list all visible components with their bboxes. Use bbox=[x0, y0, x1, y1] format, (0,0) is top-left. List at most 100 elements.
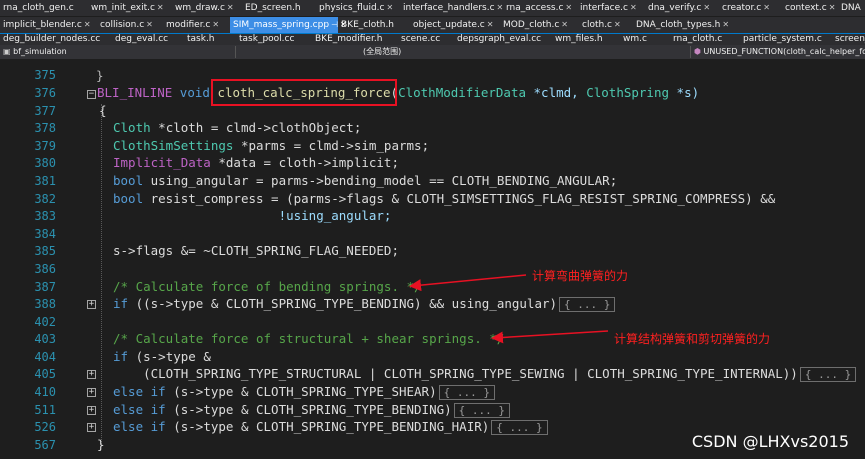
pin-icon[interactable]: ⊣ bbox=[331, 20, 338, 29]
tab-wm-files[interactable]: wm_files.h bbox=[552, 34, 603, 45]
close-icon[interactable]: ✕ bbox=[227, 3, 234, 12]
fold-expand-toggle[interactable]: + bbox=[87, 388, 96, 397]
tab-dna[interactable]: DNA bbox=[838, 0, 861, 16]
code-line: Implicit_Data *data = cloth->implicit; bbox=[113, 155, 399, 170]
tab-particle-system[interactable]: particle_system.c bbox=[740, 34, 822, 45]
tab-dna-verify[interactable]: dna_verify.c ✕ bbox=[645, 0, 710, 16]
tab-cloth[interactable]: cloth.c ✕ bbox=[579, 17, 621, 33]
collapsed-block[interactable]: { ... } bbox=[799, 367, 857, 382]
close-icon[interactable]: ✕ bbox=[561, 20, 568, 29]
line-number: 377 bbox=[34, 104, 56, 118]
close-icon[interactable]: ✕ bbox=[487, 20, 494, 29]
tab-creator[interactable]: creator.c ✕ bbox=[719, 0, 770, 16]
code-line: !using_angular; bbox=[113, 208, 392, 223]
close-icon[interactable]: ✕ bbox=[565, 3, 572, 12]
line-number: 403 bbox=[34, 332, 56, 346]
code-line: /* Calculate force of bending springs. *… bbox=[113, 279, 422, 294]
line-number: 388 bbox=[34, 297, 56, 311]
tab-deg-eval[interactable]: deg_eval.cc bbox=[112, 34, 168, 45]
code-line: { bbox=[99, 103, 107, 118]
tab-screen[interactable]: screen_c bbox=[832, 34, 865, 45]
close-icon[interactable]: ✕ bbox=[212, 20, 219, 29]
tab-sim-mass-spring[interactable]: SIM_mass_spring.cpp ⊣ ✕ bbox=[230, 17, 347, 33]
line-number: 386 bbox=[34, 262, 56, 276]
fold-expand-toggle[interactable]: + bbox=[87, 370, 96, 379]
collapsed-block[interactable]: { ... } bbox=[491, 420, 548, 435]
close-icon[interactable]: ✕ bbox=[763, 3, 770, 12]
tab-strip-row1: rna_cloth_gen.c wm_init_exit.c ✕ wm_draw.… bbox=[0, 0, 865, 16]
tab-rna-access[interactable]: rna_access.c ✕ bbox=[503, 0, 572, 16]
tab-strip-row3: deg_builder_nodes.cc deg_eval.cc task.h … bbox=[0, 34, 865, 45]
collapsed-block[interactable]: { ... } bbox=[438, 385, 495, 400]
tab-task-pool[interactable]: task_pool.cc bbox=[236, 34, 294, 45]
tab-scene[interactable]: scene.cc bbox=[398, 34, 440, 45]
tab-context[interactable]: context.c ✕ bbox=[782, 0, 835, 16]
line-number: 382 bbox=[34, 192, 56, 206]
tab-mod-cloth[interactable]: MOD_cloth.c ✕ bbox=[500, 17, 568, 33]
fold-expand-toggle[interactable]: + bbox=[87, 300, 96, 309]
fold-expand-toggle[interactable]: + bbox=[87, 406, 96, 415]
close-icon[interactable]: ✕ bbox=[157, 3, 164, 12]
close-icon[interactable]: ✕ bbox=[84, 20, 91, 29]
close-icon[interactable]: ✕ bbox=[614, 20, 621, 29]
project-dropdown[interactable]: ▣ bf_simulation bbox=[0, 46, 236, 58]
tab-modifier[interactable]: modifier.c ✕ bbox=[163, 17, 219, 33]
code-editor[interactable]: 375 376 377 378 379 380 381 382 383 384 … bbox=[0, 60, 865, 459]
tab-physics-fluid[interactable]: physics_fluid.c ✕ bbox=[316, 0, 393, 16]
code-line: bool resist_compress = (parms->flags & C… bbox=[113, 191, 776, 206]
indent-guide bbox=[101, 104, 102, 444]
tab-object-update[interactable]: object_update.c ✕ bbox=[410, 17, 493, 33]
tab-interface-handlers[interactable]: interface_handlers.c ✕ bbox=[400, 0, 503, 16]
close-icon[interactable]: ✕ bbox=[146, 20, 153, 29]
close-icon[interactable]: ✕ bbox=[722, 20, 729, 29]
tab-interface[interactable]: interface.c ✕ bbox=[577, 0, 637, 16]
line-number: 567 bbox=[34, 438, 56, 452]
line-number: 384 bbox=[34, 227, 56, 241]
tab-wm-init-exit[interactable]: wm_init_exit.c ✕ bbox=[88, 0, 164, 16]
function-dropdown[interactable]: ⬢ UNUSED_FUNCTION(cloth_calc_helper_for bbox=[690, 46, 865, 58]
code-line: bool using_angular = parms->bending_mode… bbox=[113, 173, 618, 188]
close-icon[interactable]: ✕ bbox=[386, 3, 393, 12]
scope-dropdown[interactable]: (全局范围) bbox=[360, 46, 690, 58]
navigation-bar: ▣ bf_simulation (全局范围) ⬢ UNUSED_FUNCTION… bbox=[0, 45, 865, 59]
code-line: ClothSimSettings *parms = clmd->sim_parm… bbox=[113, 138, 430, 153]
close-icon[interactable]: ✕ bbox=[829, 3, 836, 12]
tab-bke-modifier[interactable]: BKE_modifier.h bbox=[312, 34, 382, 45]
tab-ed-screen[interactable]: ED_screen.h bbox=[242, 0, 301, 16]
collapsed-block[interactable]: { ... } bbox=[559, 297, 616, 312]
project-icon: ▣ bbox=[3, 47, 14, 56]
tab-collision[interactable]: collision.c ✕ bbox=[97, 17, 153, 33]
function-icon: ⬢ bbox=[694, 47, 704, 56]
line-number: 402 bbox=[34, 315, 56, 329]
fold-collapse-toggle[interactable]: − bbox=[87, 90, 96, 99]
highlighted-function-name: cloth_calc_spring_force bbox=[211, 79, 397, 106]
tab-implicit-blender[interactable]: implicit_blender.c ✕ bbox=[0, 17, 91, 33]
line-number: 381 bbox=[34, 174, 56, 188]
close-icon[interactable]: ✕ bbox=[703, 3, 710, 12]
line-number: 375 bbox=[34, 68, 56, 82]
tab-bke-cloth[interactable]: BKE_cloth.h bbox=[338, 17, 394, 33]
tab-wm-draw[interactable]: wm_draw.c ✕ bbox=[172, 0, 234, 16]
tab-depsgraph-eval[interactable]: depsgraph_eval.cc bbox=[454, 34, 541, 45]
line-number: 526 bbox=[34, 420, 56, 434]
code-line: Cloth *cloth = clmd->clothObject; bbox=[113, 120, 362, 135]
tab-wm[interactable]: wm.c bbox=[620, 34, 647, 45]
tab-rna-cloth[interactable]: rna_cloth.c bbox=[670, 34, 722, 45]
code-line: if ((s->type & CLOTH_SPRING_TYPE_BENDING… bbox=[113, 296, 616, 312]
line-number: 405 bbox=[34, 367, 56, 381]
collapsed-block[interactable]: { ... } bbox=[453, 403, 511, 418]
code-line: s->flags &= ~CLOTH_SPRING_FLAG_NEEDED; bbox=[113, 243, 399, 258]
code-line: } bbox=[97, 437, 105, 452]
line-number: 376 bbox=[34, 86, 56, 100]
code-line: BLI_INLINE void cloth_calc_spring_force(… bbox=[97, 79, 700, 106]
tab-rna-cloth-gen[interactable]: rna_cloth_gen.c bbox=[0, 0, 74, 16]
tab-task-h[interactable]: task.h bbox=[184, 34, 215, 45]
fold-expand-toggle[interactable]: + bbox=[87, 423, 96, 432]
line-number: 385 bbox=[34, 244, 56, 258]
code-line: if (s->type & bbox=[113, 349, 211, 364]
tab-dna-cloth-types[interactable]: DNA_cloth_types.h ✕ bbox=[633, 17, 729, 33]
close-icon[interactable]: ✕ bbox=[630, 3, 637, 12]
line-number: 383 bbox=[34, 209, 56, 223]
watermark: CSDN @LHXvs2015 bbox=[691, 432, 849, 451]
tab-deg-builder-nodes[interactable]: deg_builder_nodes.cc bbox=[0, 34, 100, 45]
